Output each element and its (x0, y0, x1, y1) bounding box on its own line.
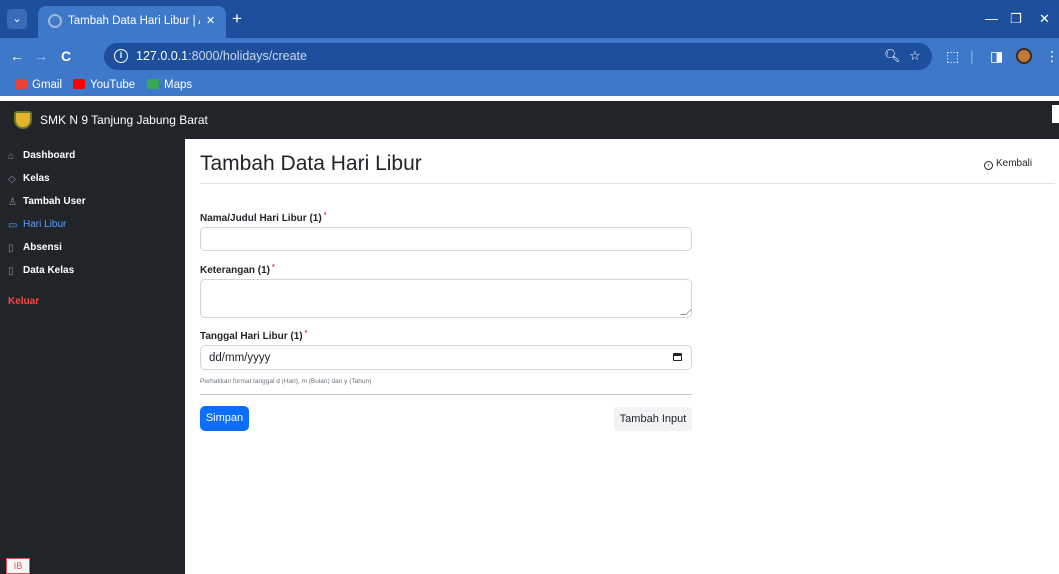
close-window-icon[interactable]: ✕ (1039, 9, 1050, 29)
reload-icon[interactable]: C (61, 46, 71, 66)
sidebar-item-absensi[interactable]: ▯ Absensi (8, 240, 62, 256)
title-divider (200, 183, 1055, 184)
gmail-icon (15, 79, 27, 89)
bookmark-star-icon[interactable]: ☆ (909, 47, 921, 65)
new-tab-icon[interactable]: + (232, 9, 242, 29)
date-format-help-text: Perhatikan format tanggal d (Hari), m (B… (200, 378, 372, 385)
sidebar-item-label: Hari Libur (23, 219, 67, 230)
minimize-icon[interactable]: — (985, 9, 998, 29)
save-button[interactable]: Simpan (200, 406, 249, 431)
sidebar-item-label: Kelas (23, 173, 50, 184)
page-title: Tambah Data Hari Libur (200, 152, 422, 175)
app-header: SMK N 9 Tanjung Jabung Barat (0, 101, 1059, 139)
zoom-icon[interactable]: 🔍︎ (884, 47, 901, 65)
corner-badge: IB (6, 558, 30, 574)
bookmarks-bar: Gmail YouTube Maps (0, 74, 1059, 96)
form-divider (200, 394, 692, 395)
header-edge-element (1052, 105, 1059, 123)
tab-close-icon[interactable]: ✕ (206, 13, 215, 29)
back-button[interactable]: ‹ Kembali (984, 155, 1032, 173)
side-panel-icon[interactable]: ◨ (990, 46, 1003, 66)
extensions-icon[interactable]: ⬚ (946, 46, 959, 66)
url-host: 127.0.0.1 (136, 49, 189, 63)
tab-title: Tambah Data Hari Libur | Absen (68, 15, 200, 27)
circle-arrow-left-icon: ‹ (984, 161, 993, 170)
sidebar-item-hari-libur[interactable]: ▭ Hari Libur (8, 217, 66, 233)
calendar-icon: ▭ (8, 220, 18, 231)
add-input-button[interactable]: Tambah Input (614, 407, 692, 431)
sidebar-item-data-kelas[interactable]: ▯ Data Kelas (8, 263, 74, 279)
browser-tab-strip: ⌄ Tambah Data Hari Libur | Absen ✕ + — ❐… (0, 0, 1059, 38)
users-icon: ♙ (8, 197, 17, 208)
school-logo-icon (14, 111, 32, 129)
browser-menu-icon[interactable]: ⋮ (1045, 46, 1059, 66)
required-mark: * (323, 212, 327, 219)
toolbar-divider: | (970, 48, 974, 64)
holiday-date-input[interactable]: dd/mm/yyyy (200, 345, 692, 370)
bookmark-maps[interactable]: Maps (147, 77, 192, 93)
browser-tab-active[interactable]: Tambah Data Hari Libur | Absen ✕ (38, 6, 226, 38)
logout-link[interactable]: Keluar (8, 294, 39, 310)
required-mark: * (272, 264, 275, 271)
name-field-label-text: Nama/Judul Hari Libur (1) (200, 213, 322, 224)
bookmark-youtube[interactable]: YouTube (73, 77, 135, 93)
forward-arrow-icon[interactable]: → (34, 46, 48, 66)
bookmark-gmail[interactable]: Gmail (15, 77, 62, 93)
restore-icon[interactable]: ❐ (1010, 9, 1022, 29)
brand-name[interactable]: SMK N 9 Tanjung Jabung Barat (40, 112, 208, 128)
description-field-label: Keterangan (1) * (200, 261, 275, 278)
tab-loading-icon (48, 14, 62, 28)
file-icon: ▯ (8, 243, 14, 254)
browser-toolbar: ← → C i 127.0.0.1:8000/holidays/create 🔍… (0, 38, 1059, 74)
resize-grip-icon[interactable] (680, 309, 692, 315)
sidebar-item-tambah-user[interactable]: ♙ Tambah User (8, 194, 86, 210)
holiday-name-input[interactable] (200, 227, 692, 251)
url-text[interactable]: 127.0.0.1:8000/holidays/create (136, 49, 307, 64)
url-path: :8000/holidays/create (188, 49, 307, 63)
youtube-icon (73, 79, 85, 89)
sidebar-item-label: Absensi (23, 242, 62, 253)
date-field-label: Tanggal Hari Libur (1) * (200, 327, 307, 344)
profile-avatar-icon[interactable] (1016, 48, 1032, 64)
sidebar-item-kelas[interactable]: ◇ Kelas (8, 171, 50, 187)
maps-icon (147, 79, 159, 89)
description-textarea[interactable] (200, 279, 692, 318)
sidebar-item-dashboard[interactable]: ⌂ Dashboard (8, 148, 75, 164)
home-icon: ⌂ (8, 151, 15, 162)
site-info-icon[interactable]: i (114, 49, 128, 63)
description-field-label-text: Keterangan (1) (200, 265, 271, 276)
sidebar-item-label: Data Kelas (23, 265, 75, 276)
calendar-picker-icon[interactable] (673, 353, 682, 361)
date-placeholder: dd/mm/yyyy (209, 352, 271, 364)
bookmark-label: Maps (164, 79, 193, 91)
date-field-label-text: Tanggal Hari Libur (1) (200, 331, 303, 342)
sidebar-item-label: Tambah User (23, 196, 86, 207)
address-bar[interactable]: i 127.0.0.1:8000/holidays/create 🔍︎ ☆ (104, 43, 932, 70)
bookmark-label: YouTube (90, 79, 136, 91)
name-field-label: Nama/Judul Hari Libur (1) * (200, 209, 326, 226)
tag-icon: ◇ (8, 174, 16, 185)
back-arrow-icon[interactable]: ← (10, 46, 24, 66)
required-mark: * (304, 330, 308, 337)
bookmark-label: Gmail (32, 79, 63, 91)
tab-search-chevron-icon[interactable]: ⌄ (7, 9, 27, 29)
sidebar-item-label: Dashboard (23, 150, 76, 161)
file-icon: ▯ (8, 266, 14, 277)
sidebar: ⌂ Dashboard ◇ Kelas ♙ Tambah User ▭ Hari Lib… (0, 139, 185, 574)
back-button-label: Kembali (996, 158, 1033, 169)
